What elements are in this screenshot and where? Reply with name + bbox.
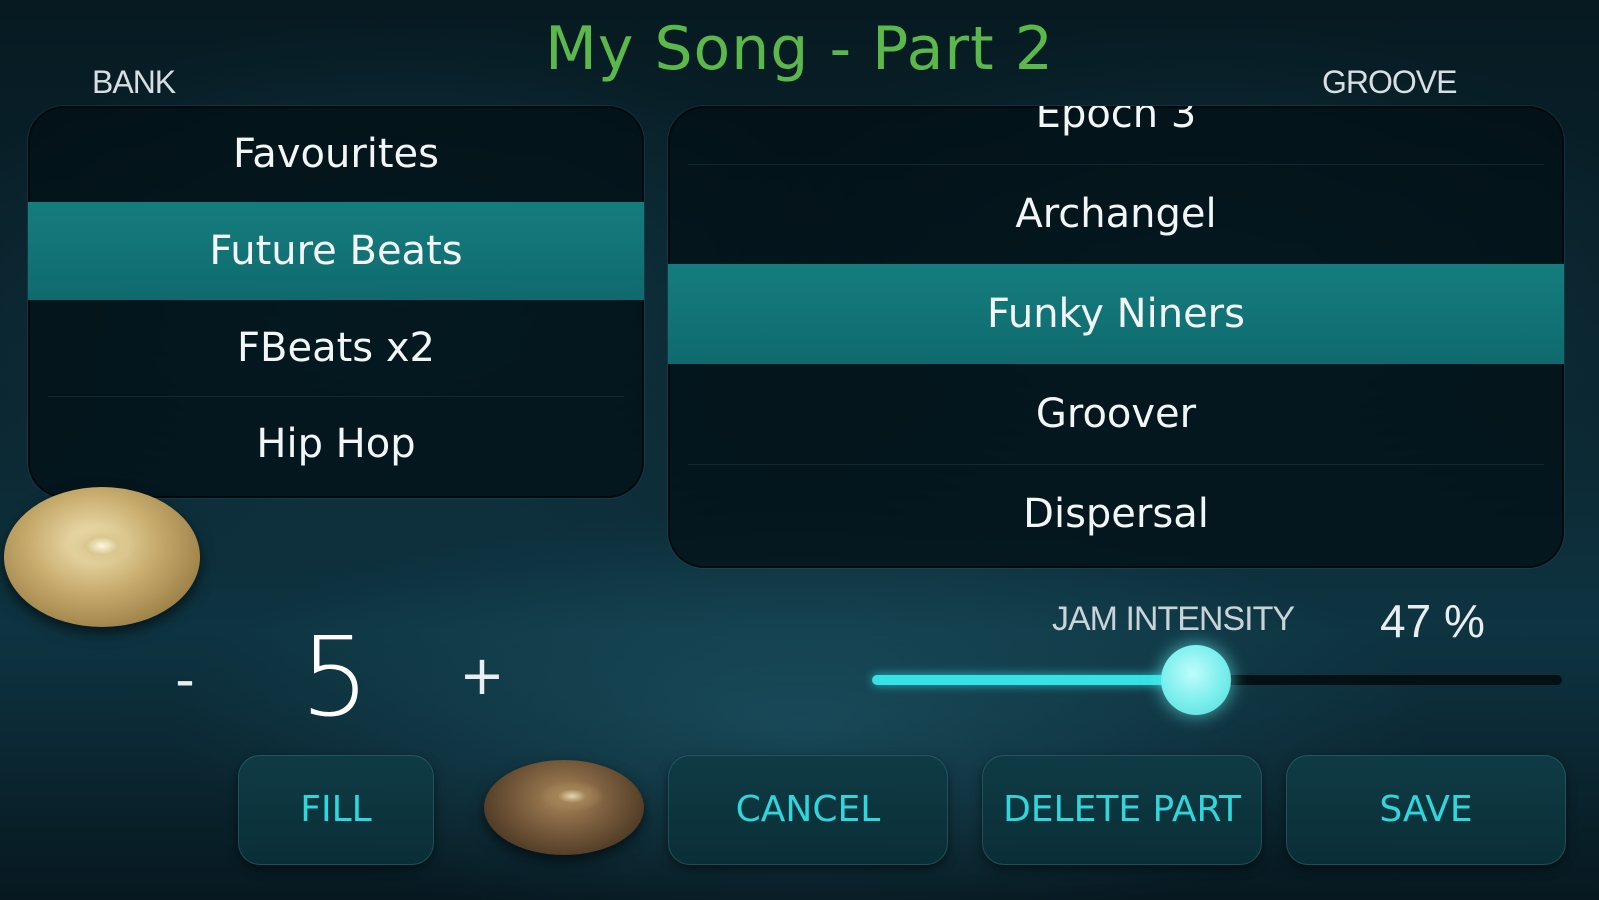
cymbal-icon[interactable] xyxy=(484,760,644,855)
groove-item-epoch-3[interactable]: Epoch 3 xyxy=(668,106,1564,164)
jam-intensity-fill xyxy=(872,675,1197,685)
increment-button[interactable]: + xyxy=(452,636,512,716)
decrement-button[interactable]: - xyxy=(155,640,215,720)
cymbal-icon[interactable] xyxy=(4,487,200,627)
jam-intensity-thumb[interactable] xyxy=(1161,645,1232,715)
delete-part-button[interactable]: DELETE PART xyxy=(982,755,1262,865)
bank-item-favourites[interactable]: Favourites xyxy=(28,106,644,202)
cancel-button[interactable]: CANCEL xyxy=(668,755,948,865)
bank-list[interactable]: Favourites Future Beats FBeats x2 Hip Ho… xyxy=(28,106,644,498)
fill-button[interactable]: FILL xyxy=(238,755,434,865)
groove-item-groover[interactable]: Groover xyxy=(668,364,1564,464)
jam-intensity-label: JAM INTENSITY xyxy=(1052,600,1295,638)
groove-item-dispersal[interactable]: Dispersal xyxy=(668,464,1564,564)
groove-item-funky-niners[interactable]: Funky Niners xyxy=(668,264,1564,364)
groove-list[interactable]: Epoch 3 Archangel Funky Niners Groover D… xyxy=(668,106,1564,568)
groove-label: GROOVE xyxy=(1322,64,1457,100)
save-button[interactable]: SAVE xyxy=(1286,755,1566,865)
stepper-value: 5 xyxy=(300,613,370,741)
bank-item-future-beats[interactable]: Future Beats xyxy=(28,202,644,300)
bank-item-hip-hop[interactable]: Hip Hop xyxy=(28,396,644,492)
bank-item-fbeats-x2[interactable]: FBeats x2 xyxy=(28,300,644,396)
groove-item-archangel[interactable]: Archangel xyxy=(668,164,1564,264)
bank-label: BANK xyxy=(92,64,176,100)
jam-intensity-value: 47 % xyxy=(1380,595,1485,647)
